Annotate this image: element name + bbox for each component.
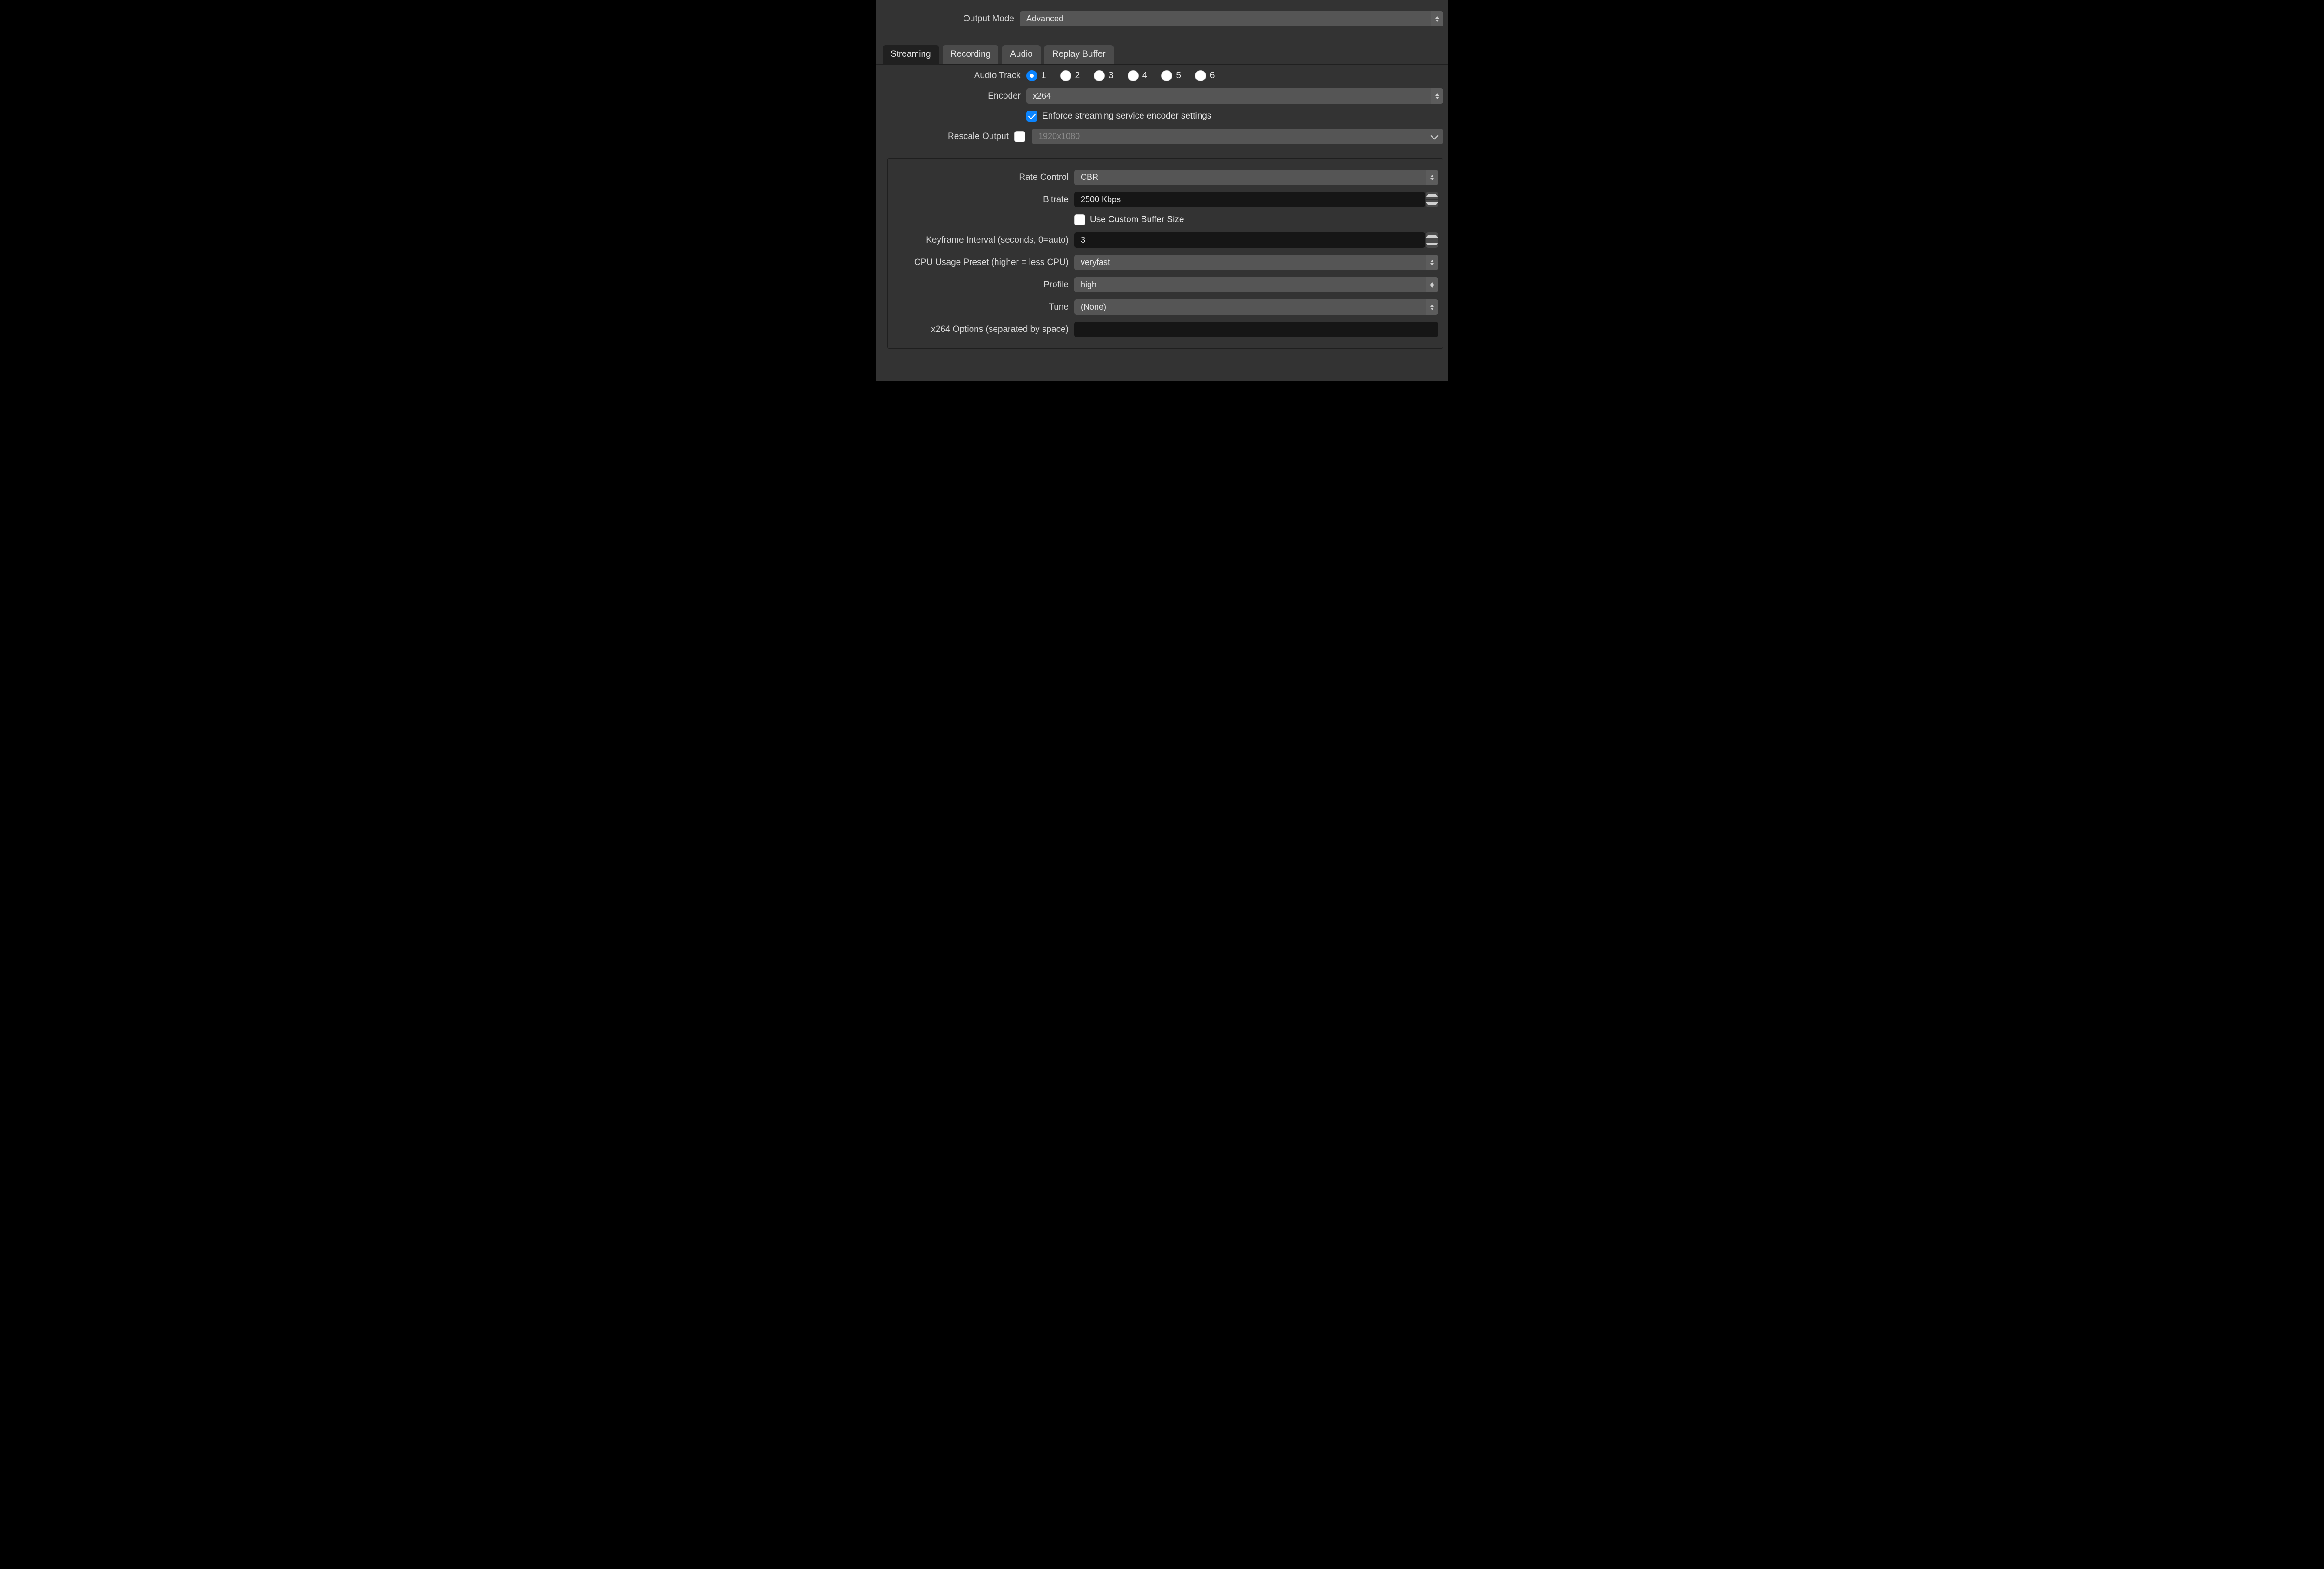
custom-buffer-checkbox[interactable] [1074,214,1085,225]
encoder-settings-group: Rate Control CBR Bitrate 2500 Kbps [887,158,1443,349]
audio-track-radio-1-label: 1 [1041,71,1046,81]
output-mode-value: Advanced [1026,14,1063,24]
select-stepper-icon [1426,299,1438,315]
rate-control-value: CBR [1081,172,1098,182]
encoder-select[interactable]: x264 [1026,88,1443,104]
audio-track-radio-5[interactable] [1161,70,1172,81]
audio-track-radios: 1 2 3 4 5 6 [1026,70,1228,81]
audio-track-radio-6-label: 6 [1210,71,1215,81]
tab-streaming[interactable]: Streaming [883,45,939,64]
tune-row: Tune (None) [892,299,1438,315]
chevron-down-icon [1428,129,1440,144]
audio-track-radio-3-label: 3 [1109,71,1114,81]
audio-track-radio-5-label: 5 [1176,71,1181,81]
enforce-row: Enforce streaming service encoder settin… [881,111,1443,122]
profile-value: high [1081,280,1096,290]
tab-audio[interactable]: Audio [1002,45,1041,64]
rescale-label: Rescale Output [881,132,1014,142]
audio-track-radio-2[interactable] [1060,70,1071,81]
bitrate-step-down[interactable] [1426,200,1438,207]
output-mode-row: Output Mode Advanced [876,0,1448,26]
tab-recording[interactable]: Recording [943,45,999,64]
bitrate-step-up[interactable] [1426,192,1438,200]
x264-opts-row: x264 Options (separated by space) [892,322,1438,337]
bitrate-row: Bitrate 2500 Kbps [892,192,1438,207]
audio-track-label: Audio Track [881,71,1026,81]
tune-value: (None) [1081,302,1106,312]
rate-control-row: Rate Control CBR [892,170,1438,185]
rescale-value: 1920x1080 [1038,132,1080,141]
keyframe-input[interactable]: 3 [1074,232,1425,248]
profile-label: Profile [892,280,1074,290]
bitrate-stepper[interactable] [1426,192,1438,207]
select-stepper-icon [1431,88,1443,104]
select-stepper-icon [1426,170,1438,185]
audio-track-radio-6[interactable] [1195,70,1206,81]
encoder-value: x264 [1033,91,1051,101]
rescale-row: Rescale Output 1920x1080 [881,129,1443,144]
cpu-preset-select[interactable]: veryfast [1074,255,1438,270]
rescale-checkbox[interactable] [1014,131,1025,142]
tune-select[interactable]: (None) [1074,299,1438,315]
settings-panel: Output Mode Advanced Streaming Recording… [876,0,1448,381]
output-mode-select[interactable]: Advanced [1020,11,1443,26]
audio-track-radio-2-label: 2 [1075,71,1080,81]
audio-track-radio-4-label: 4 [1142,71,1148,81]
audio-track-radio-1[interactable] [1026,70,1037,81]
enforce-checkbox[interactable] [1026,111,1037,122]
keyframe-stepper[interactable] [1426,232,1438,248]
encoder-label: Encoder [881,91,1026,101]
tab-streaming-label: Streaming [891,49,931,59]
keyframe-row: Keyframe Interval (seconds, 0=auto) 3 [892,232,1438,248]
cpu-preset-row: CPU Usage Preset (higher = less CPU) ver… [892,255,1438,270]
tab-recording-label: Recording [951,49,991,59]
tab-replay-buffer-label: Replay Buffer [1052,49,1106,59]
custom-buffer-row: Use Custom Buffer Size [892,214,1438,225]
encoder-row: Encoder x264 [881,88,1443,104]
enforce-label: Enforce streaming service encoder settin… [1042,111,1211,121]
keyframe-value: 3 [1081,235,1085,245]
keyframe-label: Keyframe Interval (seconds, 0=auto) [892,235,1074,245]
x264-opts-input[interactable] [1074,322,1438,337]
cpu-preset-value: veryfast [1081,258,1110,267]
x264-opts-label: x264 Options (separated by space) [892,324,1074,335]
profile-row: Profile high [892,277,1438,292]
select-stepper-icon [1426,277,1438,292]
profile-select[interactable]: high [1074,277,1438,292]
keyframe-step-up[interactable] [1426,232,1438,240]
bitrate-value: 2500 Kbps [1081,195,1121,205]
select-stepper-icon [1431,11,1443,26]
streaming-section: Audio Track 1 2 3 4 5 6 Encoder [876,65,1448,149]
output-tabs: Streaming Recording Audio Replay Buffer [883,45,1448,64]
audio-track-radio-3[interactable] [1094,70,1105,81]
screen: Output Mode Advanced Streaming Recording… [824,0,1500,381]
keyframe-step-down[interactable] [1426,240,1438,248]
select-stepper-icon [1426,255,1438,270]
audio-track-row: Audio Track 1 2 3 4 5 6 [881,70,1443,81]
cpu-preset-label: CPU Usage Preset (higher = less CPU) [892,258,1074,268]
tune-label: Tune [892,302,1074,312]
bitrate-input[interactable]: 2500 Kbps [1074,192,1425,207]
tab-audio-label: Audio [1010,49,1033,59]
bitrate-label: Bitrate [892,195,1074,205]
rescale-combo[interactable]: 1920x1080 [1032,129,1443,144]
audio-track-radio-4[interactable] [1128,70,1139,81]
tab-replay-buffer[interactable]: Replay Buffer [1044,45,1114,64]
rate-control-select[interactable]: CBR [1074,170,1438,185]
custom-buffer-label: Use Custom Buffer Size [1090,215,1184,225]
rate-control-label: Rate Control [892,172,1074,183]
output-mode-label: Output Mode [881,14,1020,24]
